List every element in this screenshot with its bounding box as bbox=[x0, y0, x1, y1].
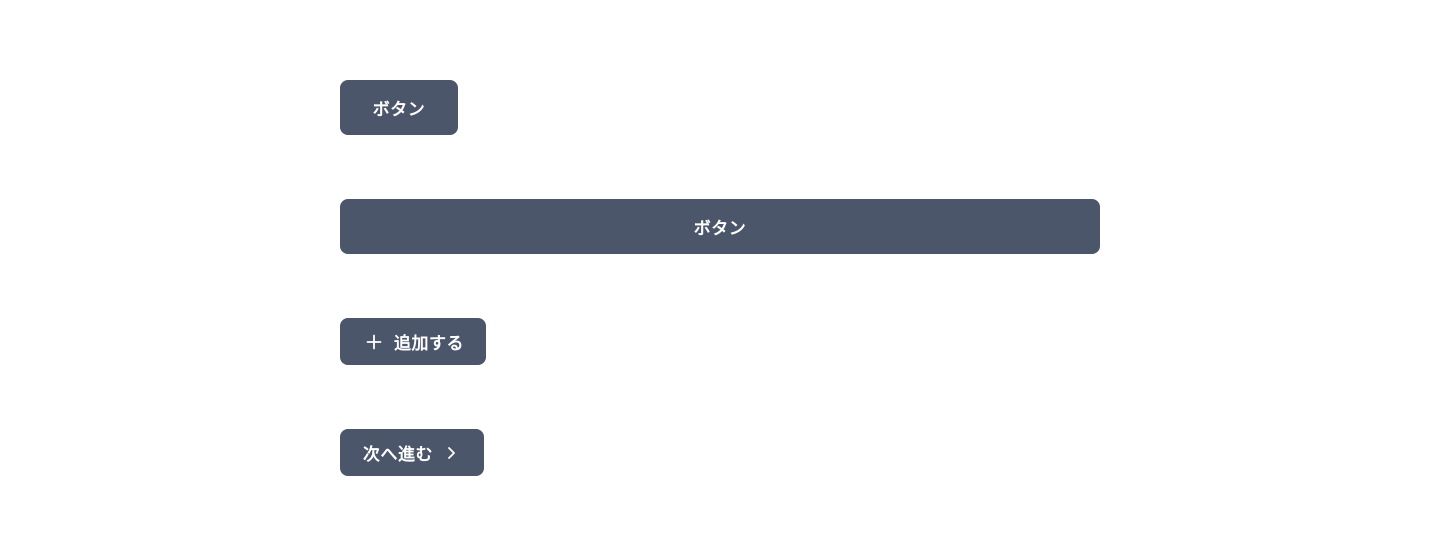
full-width-button[interactable]: ボタン bbox=[340, 199, 1100, 254]
full-width-button-label: ボタン bbox=[693, 219, 747, 238]
button-showcase: ボタン ボタン 追加する 次へ進む bbox=[0, 0, 1440, 556]
add-button[interactable]: 追加する bbox=[340, 318, 486, 365]
add-button-label: 追加する bbox=[394, 334, 464, 353]
default-button[interactable]: ボタン bbox=[340, 80, 458, 135]
default-button-label: ボタン bbox=[372, 100, 426, 119]
next-button-label: 次へ進む bbox=[363, 445, 433, 464]
plus-icon bbox=[366, 334, 382, 350]
chevron-right-icon bbox=[443, 445, 459, 461]
next-button[interactable]: 次へ進む bbox=[340, 429, 484, 476]
